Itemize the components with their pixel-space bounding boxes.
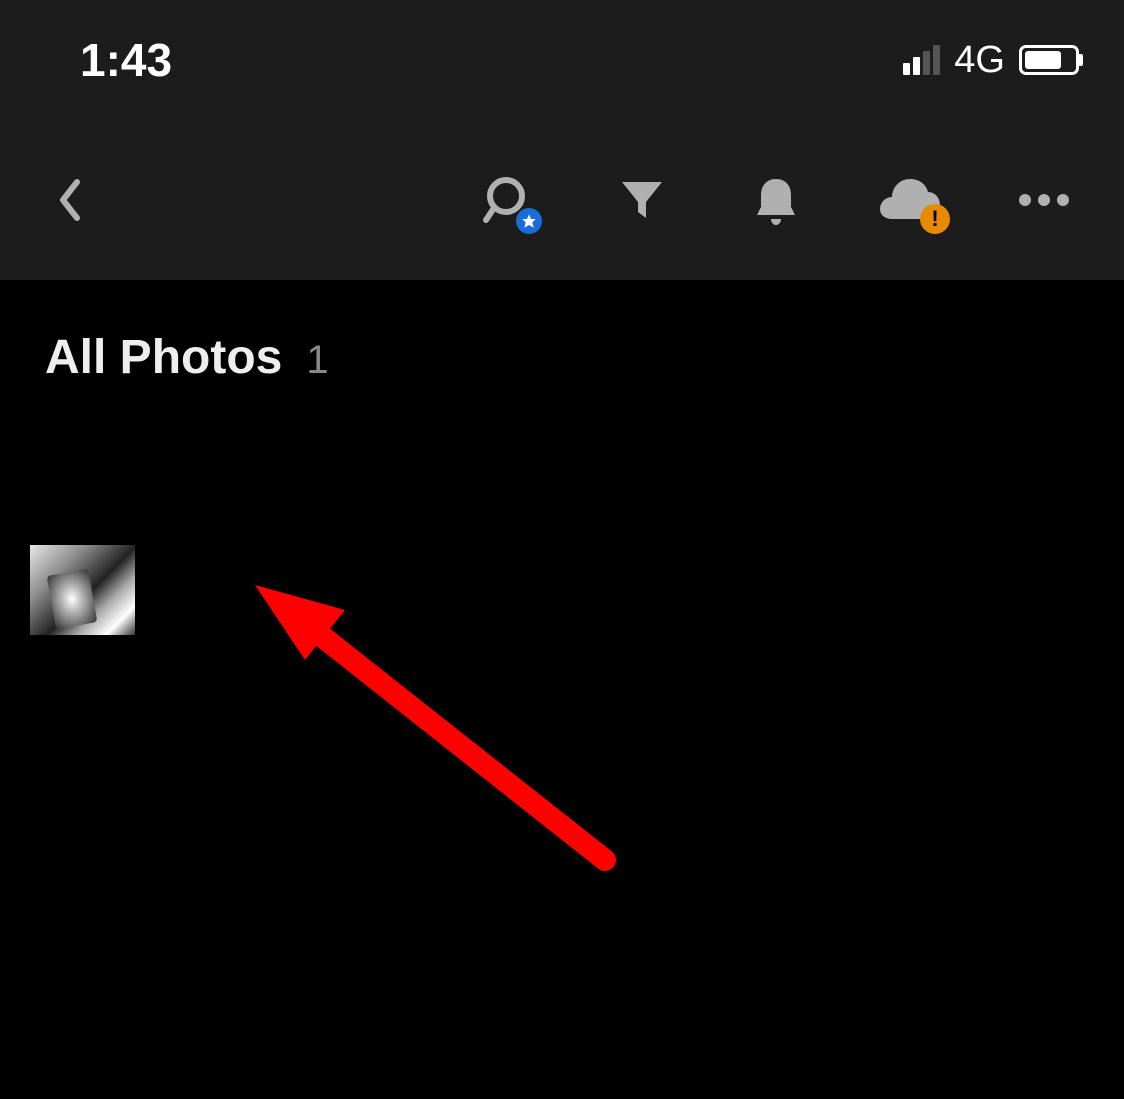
- toolbar: !: [0, 120, 1124, 280]
- funnel-icon: [618, 176, 666, 224]
- cloud-sync-button[interactable]: !: [880, 170, 940, 230]
- battery-icon: [1019, 45, 1079, 75]
- toolbar-icons: !: [478, 170, 1074, 230]
- bell-icon: [753, 175, 799, 225]
- content-area: All Photos 1: [0, 280, 1124, 735]
- notifications-button[interactable]: [746, 170, 806, 230]
- more-horizontal-icon: [1019, 194, 1069, 206]
- star-badge-icon: [516, 208, 542, 234]
- alert-badge-icon: !: [920, 204, 950, 234]
- filter-button[interactable]: [612, 170, 672, 230]
- status-time: 1:43: [80, 33, 172, 87]
- photo-grid: [0, 445, 1124, 735]
- more-button[interactable]: [1014, 170, 1074, 230]
- photo-thumbnail[interactable]: [0, 445, 165, 735]
- search-button[interactable]: [478, 170, 538, 230]
- network-type: 4G: [954, 39, 1005, 82]
- status-bar: 1:43 4G: [0, 0, 1124, 120]
- title-row: All Photos 1: [0, 330, 1124, 385]
- page-title: All Photos: [45, 330, 282, 385]
- status-right: 4G: [903, 39, 1079, 82]
- back-button[interactable]: [40, 170, 100, 230]
- photo-count: 1: [306, 338, 328, 383]
- chevron-left-icon: [57, 178, 83, 222]
- signal-strength-icon: [903, 45, 940, 75]
- thumbnail-image: [30, 545, 135, 635]
